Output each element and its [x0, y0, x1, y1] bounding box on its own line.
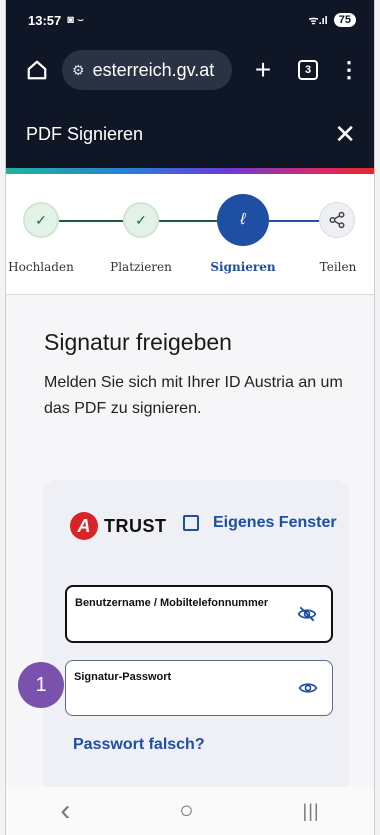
android-nav-bar: ‹ ○ ||| [6, 787, 374, 835]
progress-stepper: ✓ ✓ ℓ Hochladen Platzieren Signieren Tei… [6, 174, 374, 294]
status-bar: 13:57 ◙ ⌣ ᯤ.ıl 75 [6, 0, 374, 40]
phone-screen: 13:57 ◙ ⌣ ᯤ.ıl 75 ⚙ esterreich.gv.at + 3… [5, 0, 375, 835]
step-label-platzieren: Platzieren [110, 260, 172, 274]
password-label: Signatur-Passwort [74, 671, 172, 683]
new-tab-button[interactable]: + [250, 54, 276, 86]
notification-icons: ◙ ⌣ [67, 13, 85, 26]
nav-back-icon[interactable]: ‹ [60, 794, 70, 828]
connector-2 [159, 220, 217, 222]
step-label-signieren: Signieren [210, 260, 276, 274]
connector-1 [59, 220, 123, 222]
step-hochladen-check-icon: ✓ [23, 202, 59, 238]
connector-3 [269, 220, 319, 222]
username-label: Benutzername / Mobiltelefonnummer [75, 597, 269, 609]
step-label-hochladen: Hochladen [8, 260, 74, 274]
step-signieren-signature-icon: ℓ [217, 194, 269, 246]
step-label-teilen: Teilen [319, 260, 357, 274]
browser-toolbar: ⚙ esterreich.gv.at + 3 ⋮ [6, 40, 374, 100]
step-teilen-share-icon [319, 202, 355, 238]
atrust-brand-text: TRUST [104, 515, 167, 536]
browser-menu-icon[interactable]: ⋮ [338, 59, 360, 81]
clock: 13:57 [28, 12, 62, 28]
close-icon[interactable]: ✕ [334, 119, 356, 150]
nav-recents-icon[interactable]: ||| [303, 801, 320, 822]
annotation-badge: 1 [18, 662, 64, 708]
page-title: PDF Signieren [26, 123, 144, 144]
forgot-password-link[interactable]: Passwort falsch? [73, 736, 205, 754]
site-settings-icon[interactable]: ⚙ [72, 62, 85, 79]
tab-switcher-button[interactable]: 3 [298, 60, 318, 80]
eye-icon[interactable] [298, 678, 318, 698]
eye-off-icon[interactable] [297, 604, 317, 624]
password-field[interactable]: Signatur-Passwort [65, 660, 333, 716]
atrust-logo: A TRUST [70, 512, 167, 540]
step-platzieren-check-icon: ✓ [123, 202, 159, 238]
dialog-title-bar: PDF Signieren ✕ [6, 100, 374, 168]
signal-icon: ᯤ.ıl [308, 14, 328, 27]
address-bar[interactable]: ⚙ esterreich.gv.at [62, 50, 232, 90]
login-card: A TRUST Eigenes Fenster Benutzername / M… [43, 480, 349, 815]
url-text: esterreich.gv.at [92, 59, 215, 80]
external-window-link[interactable]: Eigenes Fenster [183, 514, 337, 532]
external-link-icon [183, 515, 199, 531]
share-icon [329, 211, 345, 229]
battery-icon: 75 [333, 13, 356, 27]
home-icon[interactable] [24, 57, 50, 83]
username-field[interactable]: Benutzername / Mobiltelefonnummer [65, 585, 333, 643]
section-heading: Signatur freigeben [44, 329, 232, 355]
atrust-logo-mark: A [70, 512, 98, 540]
external-window-label: Eigenes Fenster [213, 514, 337, 531]
nav-home-icon[interactable]: ○ [179, 797, 194, 825]
section-description: Melden Sie sich mit Ihrer ID Austria an … [44, 374, 343, 417]
